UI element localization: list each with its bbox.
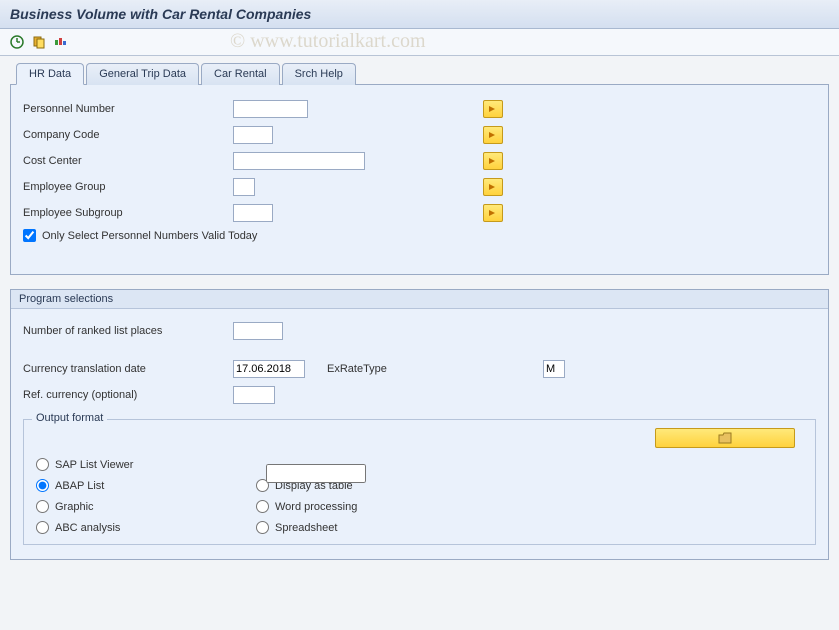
title-bar: Business Volume with Car Rental Companie… <box>0 0 839 29</box>
personnel-number-label: Personnel Number <box>23 103 233 115</box>
radio-abc-analysis-label: ABC analysis <box>55 522 120 534</box>
personnel-number-input[interactable] <box>233 100 308 118</box>
radio-spreadsheet-label: Spreadsheet <box>275 522 337 534</box>
ref-currency-input[interactable] <box>233 386 275 404</box>
ref-currency-label: Ref. currency (optional) <box>23 389 233 401</box>
page-title: Business Volume with Car Rental Companie… <box>10 6 829 22</box>
employee-group-multi-select[interactable] <box>483 178 503 196</box>
employee-subgroup-multi-select[interactable] <box>483 204 503 222</box>
radio-graphic-label: Graphic <box>55 501 94 513</box>
radio-sap-list-viewer[interactable] <box>36 458 49 471</box>
radio-word-processing-label: Word processing <box>275 501 357 513</box>
employee-subgroup-label: Employee Subgroup <box>23 207 233 219</box>
radio-abap-list[interactable] <box>36 479 49 492</box>
radio-word-processing[interactable] <box>256 500 269 513</box>
variant-icon[interactable] <box>30 33 48 51</box>
radio-sap-list-viewer-label: SAP List Viewer <box>55 459 133 471</box>
tab-strip: HR Data General Trip Data Car Rental Src… <box>10 62 829 85</box>
radio-abap-list-label: ABAP List <box>55 480 104 492</box>
employee-group-input[interactable] <box>233 178 255 196</box>
tab-general-trip[interactable]: General Trip Data <box>86 63 199 85</box>
radio-graphic[interactable] <box>36 500 49 513</box>
company-code-label: Company Code <box>23 129 233 141</box>
only-valid-today-checkbox[interactable] <box>23 229 36 242</box>
tab-car-rental[interactable]: Car Rental <box>201 63 280 85</box>
cost-center-label: Cost Center <box>23 155 233 167</box>
ranked-places-input[interactable] <box>233 322 283 340</box>
exratetype-label: ExRateType <box>327 363 537 375</box>
content-area: HR Data General Trip Data Car Rental Src… <box>0 56 839 570</box>
tab-srch-help[interactable]: Srch Help <box>282 63 356 85</box>
toolbar <box>0 29 839 56</box>
company-code-input[interactable] <box>233 126 273 144</box>
personnel-number-multi-select[interactable] <box>483 100 503 118</box>
radio-abc-analysis[interactable] <box>36 521 49 534</box>
employee-subgroup-input[interactable] <box>233 204 273 222</box>
output-format-radios: SAP List Viewer ABAP List Display as tab… <box>36 458 803 534</box>
employee-group-label: Employee Group <box>23 181 233 193</box>
output-format-group: Output format SAP List Viewer ABAP List … <box>23 419 816 545</box>
currency-date-input[interactable] <box>233 360 305 378</box>
cost-center-input[interactable] <box>233 152 365 170</box>
program-selections-title: Program selections <box>11 290 828 309</box>
output-format-title: Output format <box>32 412 107 424</box>
company-code-multi-select[interactable] <box>483 126 503 144</box>
program-selections-section: Program selections Number of ranked list… <box>10 289 829 560</box>
ranked-places-label: Number of ranked list places <box>23 325 233 337</box>
cost-center-multi-select[interactable] <box>483 152 503 170</box>
currency-date-label: Currency translation date <box>23 363 233 375</box>
only-valid-today-label: Only Select Personnel Numbers Valid Toda… <box>42 230 257 242</box>
tab-hr-data[interactable]: HR Data <box>16 63 84 85</box>
selection-icon[interactable] <box>52 33 70 51</box>
layout-input[interactable] <box>266 464 366 483</box>
exratetype-input[interactable] <box>543 360 565 378</box>
execute-icon[interactable] <box>8 33 26 51</box>
layout-select-button[interactable] <box>655 428 795 448</box>
radio-spreadsheet[interactable] <box>256 521 269 534</box>
tab-panel-hr-data: Personnel Number Company Code Cost Cente… <box>10 85 829 275</box>
